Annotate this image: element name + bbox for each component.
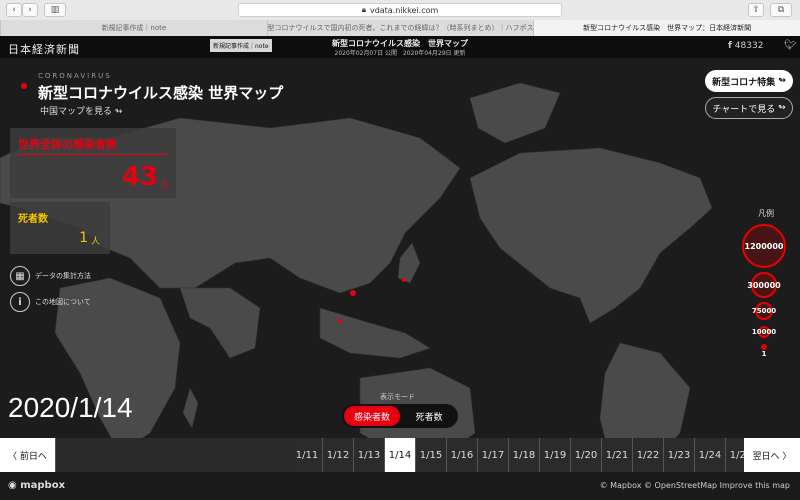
twitter-icon[interactable]: 🐦︎ [784,40,797,51]
timeline-date-1-18[interactable]: 1/18 [509,438,540,472]
timeline-date-1-12[interactable]: 1/12 [323,438,354,472]
next-day-button[interactable]: 翌日へ 〉 [744,438,800,472]
timeline-dates: 1/11 1/12 1/13 1/14 1/15 1/16 1/17 1/18 1/19 1/20… [292,438,744,472]
info-icon: i [10,292,30,312]
facebook-share[interactable]: f 48332 [728,41,763,51]
url-text: vdata.nikkei.com [369,5,439,15]
world-map-land [0,82,713,494]
timeline-date-1-17[interactable]: 1/17 [478,438,509,472]
feature-button[interactable]: 新型コロナ特集 ↬ [705,70,793,92]
timeline-date-1-15[interactable]: 1/15 [416,438,447,472]
world-map[interactable]: CORONAVIRUS 新型コロナウイルス感染 世界マップ 中国マップを見る ↬… [0,58,800,500]
timeline-date-1-24[interactable]: 1/24 [695,438,726,472]
data-method-link[interactable]: ▦ データの集計方法 [10,266,91,286]
mode-infected-button[interactable]: 感染者数 [344,406,400,426]
facebook-count: 48332 [734,41,764,51]
timeline-date-1-19[interactable]: 1/19 [540,438,571,472]
mapbox-logo[interactable]: ◉ mapbox [8,480,65,491]
about-map-link[interactable]: i この地図について [10,292,91,312]
legend-circle-1: 1 [761,344,767,358]
page-title: 新型コロナウイルス感染 世界マップ [38,84,284,102]
legend-circle-10000: 10000 [751,326,777,338]
deaths-label: 死者数 [18,214,48,225]
total-cases-label: 世界全体の感染者数 [18,138,117,151]
site-header: 日本経済新聞 新規記事作成｜note 新型コロナウイルス感染 世界マップ 202… [0,36,800,58]
mode-toggle: 感染者数 死者数 [342,404,458,428]
deaths-panel: 死者数 1 人 [10,202,110,254]
timeline-bar: 〈 前日へ 1/11 1/12 1/13 1/14 1/15 1/16 1/17 1/18 1/… [0,438,800,472]
mode-label: 表示モード [380,393,415,401]
browser-toolbar: ‹ › ▥ 🔒︎ vdata.nikkei.com ⇪ ⧉ [0,0,800,20]
map-attribution[interactable]: © Mapbox © OpenStreetMap Improve this ma… [600,481,790,490]
prev-day-button[interactable]: 〈 前日へ [0,438,56,472]
forward-icon[interactable]: › [22,3,38,17]
timeline-date-1-14[interactable]: 1/14 [385,438,416,472]
divider [18,154,168,155]
legend-circle-1200000: 1200000 [742,224,786,268]
total-cases-panel: 世界全体の感染者数 43 人 [10,128,176,198]
kicker: CORONAVIRUS [38,72,112,80]
browser-chrome: ‹ › ▥ 🔒︎ vdata.nikkei.com ⇪ ⧉ 新規記事作成｜not… [0,0,800,36]
timeline-date-1-25[interactable]: 1/25 [726,438,744,472]
timeline-spacer [56,438,292,472]
china-map-link[interactable]: 中国マップを見る ↬ [40,104,122,117]
tab-note[interactable]: 新規記事作成｜note [0,20,267,36]
header-dates: 2020年02月07日 公開 2020年04月29日 更新 [334,50,466,57]
legend-circle-300000: 300000 [747,272,781,298]
mode-deaths-button[interactable]: 死者数 [402,406,456,426]
sidebar-icon[interactable]: ▥ [44,3,66,17]
deaths-unit: 人 [90,237,100,247]
total-cases-value: 43 [121,162,158,192]
current-date: 2020/1/14 [8,392,133,423]
timeline-date-1-13[interactable]: 1/13 [354,438,385,472]
timeline-date-1-21[interactable]: 1/21 [602,438,633,472]
tabs-overview-icon[interactable]: ⧉ [770,3,792,17]
note-link[interactable]: 新規記事作成｜note [210,39,272,52]
legend-circle-75000: 75000 [752,302,776,320]
chart-view-button[interactable]: チャートで見る ↬ [705,97,793,119]
timeline-date-1-16[interactable]: 1/16 [447,438,478,472]
timeline-date-1-20[interactable]: 1/20 [571,438,602,472]
share-icon[interactable]: ⇪ [748,3,764,17]
data-method-label: データの集計方法 [35,272,91,280]
facebook-icon: f [728,41,732,51]
back-icon[interactable]: ‹ [6,3,22,17]
site-logo[interactable]: 日本経済新聞 [8,41,80,57]
timeline-date-1-11[interactable]: 1/11 [292,438,323,472]
tab-nikkei-map[interactable]: 新型コロナウイルス感染 世界マップ：日本経済新聞 [533,20,800,36]
timeline-date-1-22[interactable]: 1/22 [633,438,664,472]
legend-title: 凡例 [758,209,774,218]
table-icon: ▦ [10,266,30,286]
address-bar[interactable]: 🔒︎ vdata.nikkei.com [238,3,562,17]
total-cases-unit: 人 [160,180,170,191]
tab-strip: 新規記事作成｜note 新型コロナウイルスで国内初の死者。これまでの経緯は？（時… [0,20,800,36]
deaths-value: 1 [79,230,88,246]
about-map-label: この地図について [35,298,91,306]
tab-huffpost[interactable]: 新型コロナウイルスで国内初の死者。これまでの経緯は？（時系列まとめ）｜ハフポスト [266,20,534,36]
lock-icon: 🔒︎ [361,5,366,14]
timeline-date-1-23[interactable]: 1/23 [664,438,695,472]
map-footer: ◉ mapbox © Mapbox © OpenStreetMap Improv… [0,472,800,500]
